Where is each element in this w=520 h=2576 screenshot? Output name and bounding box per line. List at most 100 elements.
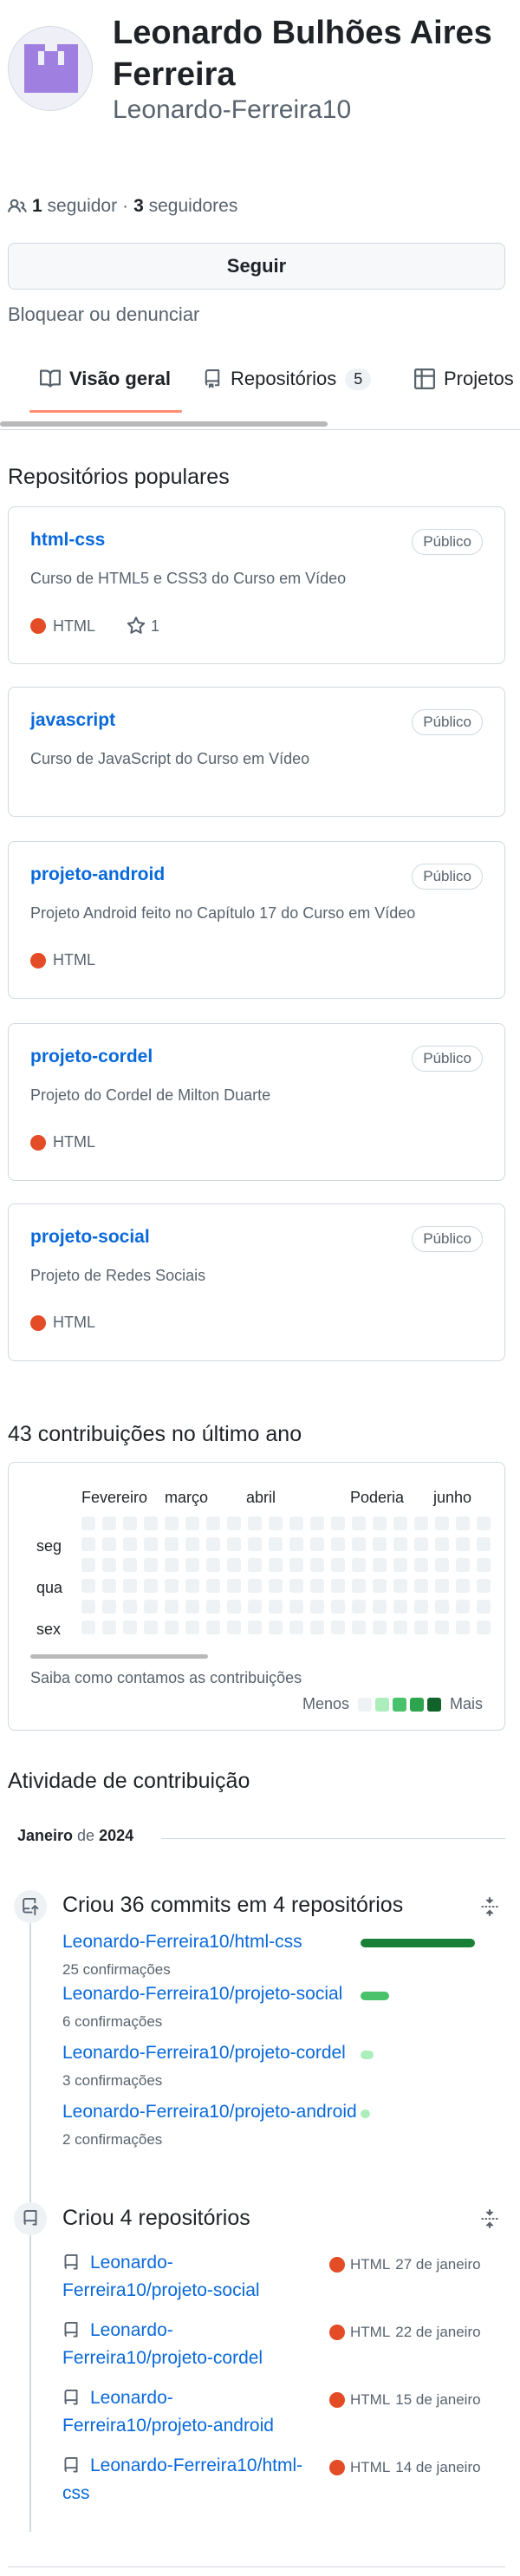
contribution-day-cell[interactable] [373, 1579, 387, 1593]
contribution-day-cell[interactable] [165, 1621, 179, 1634]
contribution-day-cell[interactable] [81, 1579, 95, 1593]
tabs-scrollbar[interactable] [0, 421, 328, 427]
contribution-day-cell[interactable] [456, 1537, 470, 1551]
created-repo-link[interactable]: Leonardo-Ferreira10/html-css [62, 2452, 322, 2508]
tab-projects[interactable]: Projetos [414, 368, 514, 390]
contribution-day-cell[interactable] [144, 1516, 158, 1530]
contribution-day-cell[interactable] [289, 1600, 303, 1614]
contribution-day-cell[interactable] [310, 1537, 324, 1551]
contribution-day-cell[interactable] [123, 1600, 137, 1614]
contribution-day-cell[interactable] [435, 1516, 449, 1530]
contribution-day-cell[interactable] [331, 1558, 345, 1572]
contribution-day-cell[interactable] [123, 1579, 137, 1593]
following-link[interactable]: 3 seguidores [133, 196, 237, 217]
contribution-day-cell[interactable] [289, 1516, 303, 1530]
contribution-day-cell[interactable] [456, 1579, 470, 1593]
contribution-day-cell[interactable] [414, 1579, 428, 1593]
contribution-day-cell[interactable] [310, 1558, 324, 1572]
contribution-day-cell[interactable] [269, 1558, 283, 1572]
contribution-day-cell[interactable] [165, 1516, 179, 1530]
contribution-day-cell[interactable] [81, 1621, 95, 1634]
contribution-day-cell[interactable] [144, 1579, 158, 1593]
contribution-day-cell[interactable] [227, 1621, 241, 1634]
contribution-day-cell[interactable] [123, 1537, 137, 1551]
contribution-day-cell[interactable] [185, 1600, 199, 1614]
contribution-day-cell[interactable] [165, 1600, 179, 1614]
contribution-day-cell[interactable] [477, 1621, 491, 1634]
created-repo-link[interactable]: Leonardo- Ferreira10/projeto-social [62, 2249, 322, 2305]
contribution-day-cell[interactable] [477, 1600, 491, 1614]
contribution-day-cell[interactable] [310, 1600, 324, 1614]
contribution-day-cell[interactable] [144, 1600, 158, 1614]
contribution-day-cell[interactable] [185, 1621, 199, 1634]
contribution-day-cell[interactable] [248, 1558, 262, 1572]
contribution-day-cell[interactable] [185, 1537, 199, 1551]
contribution-day-cell[interactable] [102, 1621, 116, 1634]
repo-name-link[interactable]: projeto-social [30, 1227, 150, 1248]
contribution-day-cell[interactable] [352, 1621, 366, 1634]
contribution-day-cell[interactable] [144, 1621, 158, 1634]
contribution-day-cell[interactable] [165, 1579, 179, 1593]
commit-repo-link[interactable]: Leonardo-Ferreira10/html-css [62, 1932, 302, 1953]
contribution-day-cell[interactable] [81, 1600, 95, 1614]
block-report-link[interactable]: Bloquear ou denunciar [8, 303, 199, 326]
contribution-day-cell[interactable] [248, 1600, 262, 1614]
contribution-day-cell[interactable] [206, 1558, 220, 1572]
contribution-day-cell[interactable] [456, 1516, 470, 1530]
contribution-day-cell[interactable] [373, 1558, 387, 1572]
contribution-day-cell[interactable] [393, 1558, 407, 1572]
tab-overview[interactable]: Visão geral [40, 368, 171, 390]
created-repo-link[interactable]: Leonardo- Ferreira10/projeto-android [62, 2384, 322, 2440]
contribution-day-cell[interactable] [414, 1537, 428, 1551]
contribution-day-cell[interactable] [373, 1621, 387, 1634]
contribution-day-cell[interactable] [456, 1558, 470, 1572]
contribution-day-cell[interactable] [310, 1621, 324, 1634]
contribution-day-cell[interactable] [477, 1537, 491, 1551]
contribution-day-cell[interactable] [102, 1579, 116, 1593]
repo-name-link[interactable]: projeto-cordel [30, 1047, 153, 1067]
follow-button[interactable]: Seguir [8, 243, 505, 290]
contribution-day-cell[interactable] [310, 1516, 324, 1530]
contribution-day-cell[interactable] [435, 1579, 449, 1593]
avatar[interactable] [8, 26, 93, 111]
contribution-day-cell[interactable] [102, 1600, 116, 1614]
contribution-day-cell[interactable] [206, 1600, 220, 1614]
contribution-day-cell[interactable] [144, 1558, 158, 1572]
contribution-day-cell[interactable] [269, 1579, 283, 1593]
contribution-day-cell[interactable] [352, 1579, 366, 1593]
contribution-day-cell[interactable] [373, 1516, 387, 1530]
fold-toggle[interactable] [480, 2209, 499, 2233]
contribution-day-cell[interactable] [81, 1558, 95, 1572]
contribution-day-cell[interactable] [123, 1621, 137, 1634]
contribution-day-cell[interactable] [269, 1537, 283, 1551]
contribution-day-cell[interactable] [269, 1516, 283, 1530]
contribution-day-cell[interactable] [331, 1516, 345, 1530]
contribution-day-cell[interactable] [435, 1558, 449, 1572]
contribution-day-cell[interactable] [269, 1600, 283, 1614]
contribution-day-cell[interactable] [123, 1516, 137, 1530]
contribution-day-cell[interactable] [289, 1579, 303, 1593]
contribution-day-cell[interactable] [248, 1516, 262, 1530]
contribution-day-cell[interactable] [206, 1516, 220, 1530]
contribution-day-cell[interactable] [456, 1600, 470, 1614]
contribution-day-cell[interactable] [289, 1621, 303, 1634]
contribution-day-cell[interactable] [185, 1558, 199, 1572]
contribution-day-cell[interactable] [227, 1537, 241, 1551]
contribution-day-cell[interactable] [352, 1516, 366, 1530]
contribution-day-cell[interactable] [227, 1579, 241, 1593]
contribution-day-cell[interactable] [185, 1516, 199, 1530]
contribution-day-cell[interactable] [414, 1621, 428, 1634]
contribution-day-cell[interactable] [227, 1516, 241, 1530]
contribution-day-cell[interactable] [248, 1537, 262, 1551]
contribution-day-cell[interactable] [393, 1621, 407, 1634]
contribution-day-cell[interactable] [352, 1558, 366, 1572]
contribution-day-cell[interactable] [248, 1621, 262, 1634]
followers-link[interactable]: 1 seguidor [32, 196, 117, 217]
contribution-day-cell[interactable] [456, 1621, 470, 1634]
stars-link[interactable]: 1 [127, 616, 159, 636]
contribution-day-cell[interactable] [165, 1558, 179, 1572]
repo-name-link[interactable]: projeto-android [30, 864, 165, 885]
contribution-day-cell[interactable] [81, 1516, 95, 1530]
contribution-day-cell[interactable] [331, 1600, 345, 1614]
contribution-day-cell[interactable] [435, 1537, 449, 1551]
